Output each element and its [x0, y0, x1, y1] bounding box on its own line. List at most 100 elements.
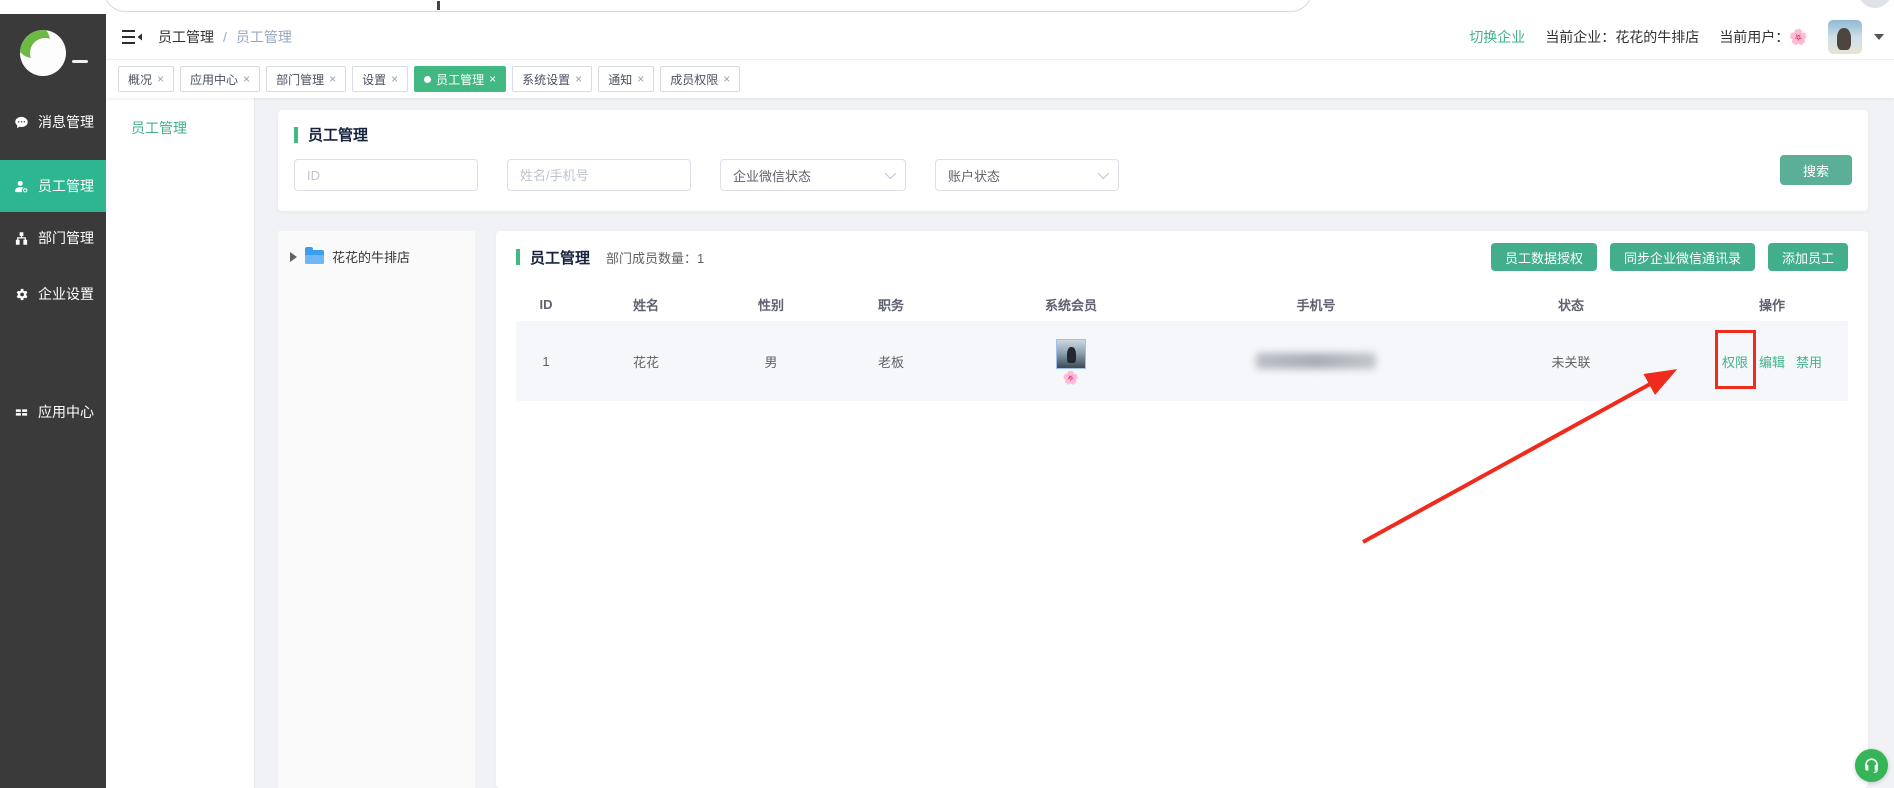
- subnav-item-employees[interactable]: 员工管理: [106, 118, 254, 138]
- column-header-operations: 操作: [1696, 295, 1848, 314]
- column-header-id: ID: [516, 297, 576, 312]
- switch-company-link[interactable]: 切换企业: [1469, 27, 1525, 47]
- column-header-member: 系统会员: [956, 295, 1186, 314]
- sidebar-item-label: 员工管理: [38, 176, 94, 196]
- browser-avatar: [1858, 0, 1892, 8]
- id-filter-input[interactable]: [294, 159, 478, 191]
- tab-employees-active[interactable]: 员工管理×: [414, 66, 506, 92]
- table-title: 员工管理: [530, 247, 590, 268]
- tree-node-row[interactable]: 花花的牛排店: [278, 247, 475, 266]
- member-flower-emoji: 🌸: [1063, 371, 1079, 384]
- logo-dash: [72, 60, 88, 63]
- table-title-wrap: 员工管理: [516, 247, 590, 268]
- message-icon: [13, 114, 29, 130]
- active-tab-dot: [424, 76, 431, 83]
- close-icon[interactable]: ×: [157, 73, 164, 85]
- header-right-cluster: 切换企业 当前企业：花花的牛排店 当前用户：🌸: [1469, 20, 1884, 54]
- tab-member-permissions[interactable]: 成员权限×: [660, 66, 740, 92]
- add-employee-button[interactable]: 添加员工: [1768, 243, 1848, 271]
- name-phone-filter-input[interactable]: [507, 159, 691, 191]
- caret-right-icon[interactable]: [290, 252, 297, 262]
- headset-icon: [1862, 756, 1881, 775]
- browser-strip: [0, 0, 1894, 14]
- account-status-select[interactable]: 账户状态: [935, 159, 1119, 191]
- secondary-sidebar: 员工管理: [106, 98, 255, 788]
- sidebar-item-departments[interactable]: 部门管理: [0, 212, 106, 264]
- employee-data-auth-button[interactable]: 员工数据授权: [1491, 243, 1597, 271]
- wechat-status-select[interactable]: 企业微信状态: [720, 159, 906, 191]
- breadcrumb-current: 员工管理: [236, 27, 292, 47]
- sidebar-item-label: 消息管理: [38, 112, 94, 132]
- browser-text-cursor: [437, 1, 440, 10]
- page-title: 员工管理: [308, 124, 368, 145]
- sidebar-item-label: 应用中心: [38, 402, 94, 422]
- sidebar-item-company-settings[interactable]: 企业设置: [0, 268, 106, 320]
- breadcrumb: 员工管理 / 员工管理: [158, 27, 292, 47]
- row-name: 花花: [576, 352, 716, 371]
- column-header-name: 姓名: [576, 295, 716, 314]
- folder-icon: [305, 250, 324, 264]
- sidebar-item-app-center[interactable]: 应用中心: [0, 386, 106, 438]
- tab-app-center[interactable]: 应用中心×: [180, 66, 260, 92]
- column-header-phone: 手机号: [1186, 295, 1446, 314]
- department-tree-panel: 花花的牛排店: [278, 231, 475, 788]
- sidebar-item-label: 企业设置: [38, 284, 94, 304]
- tab-departments[interactable]: 部门管理×: [266, 66, 346, 92]
- row-phone-cell: [1186, 353, 1446, 369]
- disable-link[interactable]: 禁用: [1796, 352, 1822, 371]
- current-company: 当前企业：花花的牛排店: [1545, 27, 1699, 47]
- chevron-down-icon: [1098, 168, 1109, 179]
- title-accent-bar: [516, 249, 520, 265]
- sidebar-item-label: 部门管理: [38, 228, 94, 248]
- tab-settings[interactable]: 设置×: [352, 66, 408, 92]
- department-icon: [13, 230, 29, 246]
- sidebar-item-employees[interactable]: 员工管理: [0, 160, 106, 212]
- tab-notifications[interactable]: 通知×: [598, 66, 654, 92]
- lower-section: 花花的牛排店 员工管理 部门成员数量：1 员工数据授权: [278, 231, 1868, 788]
- sync-wechat-contacts-button[interactable]: 同步企业微信通讯录: [1610, 243, 1755, 271]
- row-status: 未关联: [1446, 352, 1696, 371]
- breadcrumb-parent[interactable]: 员工管理: [158, 27, 214, 47]
- row-gender: 男: [716, 352, 826, 371]
- search-button[interactable]: 搜索: [1780, 155, 1852, 185]
- tab-overview[interactable]: 概况×: [118, 66, 174, 92]
- sidebar-item-messages[interactable]: 消息管理: [0, 96, 106, 148]
- main-sidebar: 消息管理 员工管理 部门管理 企业设置: [0, 14, 106, 788]
- app-logo: [20, 30, 66, 76]
- close-icon[interactable]: ×: [637, 73, 644, 85]
- content-area: 员工管理 员工管理 企业微信状态: [106, 98, 1894, 788]
- wechat-status-select-value: 企业微信状态: [733, 166, 811, 185]
- employee-icon: [13, 178, 29, 194]
- permission-link[interactable]: 权限: [1722, 352, 1748, 371]
- edit-link[interactable]: 编辑: [1759, 352, 1785, 371]
- table-header-row: ID 姓名 性别 职务 系统会员 手机号 状态 操作: [516, 287, 1848, 321]
- column-header-job: 职务: [826, 295, 956, 314]
- close-icon[interactable]: ×: [329, 73, 336, 85]
- table-row: 1 花花 男 老板 🌸: [516, 321, 1848, 401]
- chevron-down-icon: [885, 168, 896, 179]
- filter-card: 员工管理 企业微信状态 账户状态 搜索: [278, 110, 1868, 211]
- employee-table-card: 员工管理 部门成员数量：1 员工数据授权 同步企业微信通讯录 添加员工 ID: [496, 231, 1868, 788]
- user-avatar[interactable]: [1828, 20, 1862, 54]
- member-count-label: 部门成员数量：1: [606, 248, 704, 267]
- user-menu-caret-icon[interactable]: [1874, 34, 1884, 40]
- close-icon[interactable]: ×: [723, 73, 730, 85]
- gear-icon: [13, 286, 29, 302]
- breadcrumb-separator: /: [223, 29, 227, 45]
- account-status-select-value: 账户状态: [948, 166, 1000, 185]
- redacted-phone-number: [1256, 353, 1376, 369]
- row-member-cell: 🌸: [956, 339, 1186, 384]
- close-icon[interactable]: ×: [489, 73, 496, 85]
- filter-card-title: 员工管理: [294, 124, 1852, 145]
- browser-address-bar: [104, 0, 1312, 12]
- tab-system-settings[interactable]: 系统设置×: [512, 66, 592, 92]
- customer-service-button[interactable]: [1855, 749, 1888, 782]
- collapse-menu-icon[interactable]: [122, 29, 142, 45]
- top-header-bar: 员工管理 / 员工管理 切换企业 当前企业：花花的牛排店 当前用户：🌸: [106, 14, 1894, 60]
- row-job: 老板: [826, 352, 956, 371]
- close-icon[interactable]: ×: [575, 73, 582, 85]
- sidebar-menu: 消息管理 员工管理 部门管理 企业设置: [0, 14, 106, 438]
- member-avatar[interactable]: [1056, 339, 1086, 369]
- close-icon[interactable]: ×: [391, 73, 398, 85]
- close-icon[interactable]: ×: [243, 73, 250, 85]
